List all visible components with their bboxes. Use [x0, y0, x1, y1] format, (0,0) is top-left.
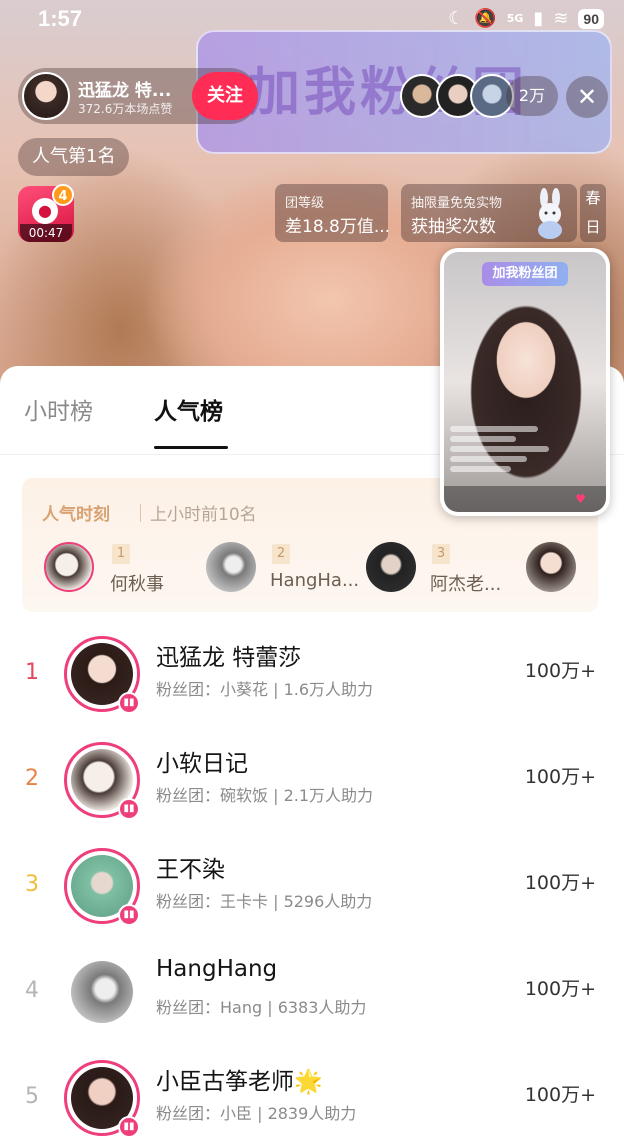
network-label: 5G: [506, 12, 524, 25]
status-time: 1:57: [38, 6, 83, 31]
fan-level-title: 团等级: [285, 196, 325, 211]
row-rank: 3: [25, 872, 39, 897]
gift-count-badge: 4: [52, 184, 74, 206]
host-avatar[interactable]: [22, 72, 70, 120]
row-score: 100万+: [524, 766, 596, 788]
fan-level-card[interactable]: 团等级 差18.8万值...: [275, 184, 391, 242]
tab-popularity[interactable]: 人气榜: [154, 392, 223, 426]
fan-level-value: 差18.8万值...: [285, 217, 391, 237]
row-rank: 2: [25, 766, 39, 791]
heart-icon: ♥: [575, 492, 586, 506]
ranking-row[interactable]: 4 HangHang 粉丝团：Hang | 6383人助力 100万+: [0, 944, 624, 1050]
live-indicator-icon: ▮▮: [118, 904, 140, 926]
wifi-icon: ≋: [553, 8, 569, 29]
signal-icon: ▮: [533, 8, 544, 29]
row-avatar-image: [71, 961, 133, 1023]
row-score: 100万+: [524, 872, 596, 894]
moment-title: 人气时刻: [42, 505, 110, 525]
row-name: 小软日记: [156, 751, 248, 777]
live-indicator-icon: ▮▮: [118, 798, 140, 820]
moment-avatar[interactable]: [44, 542, 94, 592]
tab-hourly[interactable]: 小时榜: [24, 392, 93, 426]
close-icon[interactable]: ✕: [566, 76, 608, 118]
row-score: 100万+: [524, 660, 596, 682]
viewer-count[interactable]: 2万: [506, 76, 558, 116]
live-indicator-icon: ▮▮: [118, 1116, 140, 1138]
spring-day-card[interactable]: 春 日: [580, 184, 606, 242]
ranking-row[interactable]: 3 ▮▮ 王不染 粉丝团：王卡卡 | 5296人助力 100万+: [0, 838, 624, 944]
row-fan-club: 粉丝团：Hang | 6383人助力: [156, 998, 367, 1017]
spring-day-line2: 日: [585, 218, 601, 236]
live-indicator-icon: ▮▮: [118, 692, 140, 714]
moment-rank: 2: [272, 544, 290, 564]
row-score: 100万+: [524, 978, 596, 1000]
moment-avatar[interactable]: [206, 542, 256, 592]
popularity-rank-badge[interactable]: 人气第1名: [18, 138, 130, 176]
row-name: 迅猛龙 特蕾莎: [156, 645, 302, 671]
moment-subtitle: 上小时前10名: [150, 505, 257, 525]
row-fan-club: 粉丝团：碗软饭 | 2.1万人助力: [156, 786, 374, 805]
spring-day-line1: 春: [585, 189, 601, 207]
moment-separator: [140, 504, 141, 522]
ranking-row[interactable]: 2 ▮▮ 小软日记 粉丝团：碗软饭 | 2.1万人助力 100万+: [0, 732, 624, 838]
moment-avatar[interactable]: [366, 542, 416, 592]
moon-icon: ☾: [448, 8, 465, 29]
ranking-row[interactable]: 1 ▮▮ 迅猛龙 特蕾莎 粉丝团：小葵花 | 1.6万人助力 100万+: [0, 626, 624, 732]
ranking-row[interactable]: 5 ▮▮ 小臣古筝老师🌟 粉丝团：小臣 | 2839人助力 100万+: [0, 1050, 624, 1140]
row-name: 小臣古筝老师🌟: [156, 1069, 323, 1095]
mini-player[interactable]: 加我粉丝团 ♥: [440, 248, 610, 516]
row-fan-club: 粉丝团：小臣 | 2839人助力: [156, 1104, 357, 1123]
follow-button[interactable]: 关注: [192, 72, 258, 120]
row-rank: 4: [25, 978, 39, 1003]
row-name: 王不染: [156, 857, 225, 883]
row-fan-club: 粉丝团：小葵花 | 1.6万人助力: [156, 680, 374, 699]
moment-rank: 1: [112, 544, 130, 564]
host-likes: 372.6万本场点赞: [78, 102, 173, 116]
status-icons: ☾ 🔕 5G ▮ ≋ 90: [448, 8, 604, 29]
row-name: HangHang: [156, 956, 278, 982]
mute-icon: 🔕: [474, 8, 497, 29]
lottery-value: 获抽奖次数: [411, 217, 496, 237]
host-name: 迅猛龙 特...: [78, 81, 172, 101]
row-fan-club: 粉丝团：王卡卡 | 5296人助力: [156, 892, 373, 911]
moment-name: HangHa...: [270, 570, 360, 591]
gift-timer: 00:47: [20, 224, 72, 242]
moment-name: 何秋事: [110, 574, 164, 595]
bunny-icon: [538, 188, 562, 239]
mini-player-video[interactable]: 加我粉丝团 ♥: [444, 252, 606, 512]
battery-indicator: 90: [578, 8, 604, 29]
row-rank: 1: [25, 660, 39, 685]
lottery-title: 抽限量免兔实物: [411, 196, 503, 211]
active-tab-indicator: [154, 446, 228, 449]
moment-rank: 3: [432, 544, 450, 564]
mini-player-banner: 加我粉丝团: [482, 262, 568, 286]
mini-player-chat: [450, 422, 560, 482]
moment-avatar[interactable]: [526, 542, 576, 592]
row-rank: 5: [25, 1084, 39, 1109]
row-avatar[interactable]: [64, 954, 140, 1030]
moment-name: 阿杰老...: [430, 574, 502, 595]
row-score: 100万+: [524, 1084, 596, 1106]
